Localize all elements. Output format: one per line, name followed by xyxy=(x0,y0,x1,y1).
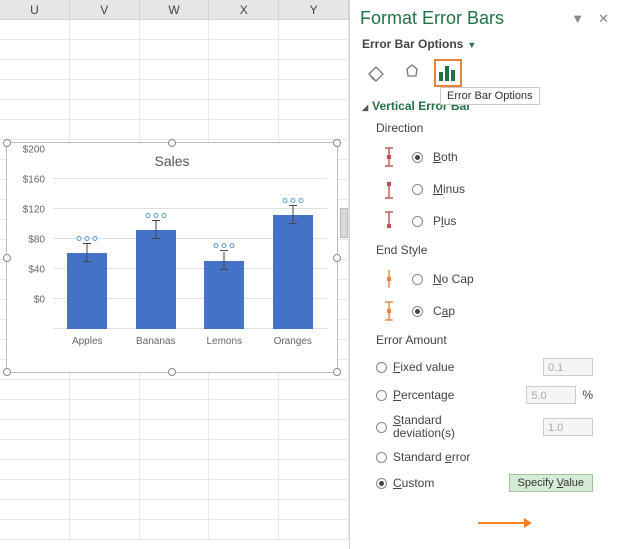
format-error-bars-pane: Format Error Bars ▼ ✕ Error Bar Options▼… xyxy=(349,0,619,549)
y-tick: $200 xyxy=(23,145,45,156)
direction-plus-option[interactable]: Plus xyxy=(376,205,593,237)
resize-handle[interactable] xyxy=(3,139,11,147)
y-tick: $80 xyxy=(28,235,45,246)
chart-container[interactable]: Sales $0 $40 $80 $120 $160 $200 Apples B… xyxy=(6,142,338,373)
amount-stderr-option[interactable]: Standard error xyxy=(376,445,593,469)
resize-handle[interactable] xyxy=(333,368,341,376)
endstyle-cap-option[interactable]: Cap xyxy=(376,295,593,327)
percent-unit: % xyxy=(582,388,593,402)
radio-icon xyxy=(376,452,387,463)
col-header[interactable]: Y xyxy=(279,0,349,19)
close-icon[interactable]: ✕ xyxy=(598,11,609,27)
specify-value-button[interactable]: Specify Value xyxy=(509,474,593,492)
y-tick: $40 xyxy=(28,265,45,276)
error-bar-options-dropdown[interactable]: Error Bar Options xyxy=(362,37,463,51)
y-tick: $120 xyxy=(23,205,45,216)
tooltip: Error Bar Options xyxy=(440,87,540,105)
y-tick: $0 xyxy=(34,295,45,306)
pane-options-dropdown-icon[interactable]: ▼ xyxy=(571,11,584,27)
x-label: Lemons xyxy=(204,336,244,347)
chart-bar[interactable] xyxy=(67,253,107,329)
fill-line-icon[interactable] xyxy=(362,59,390,87)
cap-icon xyxy=(376,299,402,323)
error-amount-label: Error Amount xyxy=(350,329,619,351)
col-header[interactable]: X xyxy=(209,0,279,19)
bar-options-icon[interactable] xyxy=(434,59,462,87)
chart-element-next-button[interactable] xyxy=(340,208,348,238)
radio-icon xyxy=(412,152,423,163)
endstyle-label: End Style xyxy=(350,239,619,261)
error-both-icon xyxy=(376,145,402,169)
chart-bar[interactable] xyxy=(273,215,313,329)
resize-handle[interactable] xyxy=(3,368,11,376)
amount-custom-option[interactable]: Custom Specify Value xyxy=(376,469,593,497)
error-minus-icon xyxy=(376,177,402,201)
error-plus-icon xyxy=(376,209,402,233)
amount-fixed-option[interactable]: Fixed value 0.1 xyxy=(376,353,593,381)
col-header[interactable]: U xyxy=(0,0,70,19)
resize-handle[interactable] xyxy=(3,254,11,262)
radio-icon xyxy=(412,274,423,285)
direction-minus-option[interactable]: Minus xyxy=(376,173,593,205)
radio-icon xyxy=(376,478,387,489)
annotation-arrow xyxy=(478,522,530,524)
nocap-icon xyxy=(376,267,402,291)
percentage-input[interactable]: 5.0 xyxy=(526,386,576,404)
x-label: Apples xyxy=(67,336,107,347)
column-headers: U V W X Y xyxy=(0,0,349,20)
resize-handle[interactable] xyxy=(333,139,341,147)
radio-icon xyxy=(376,422,387,433)
stddev-input[interactable]: 1.0 xyxy=(543,418,593,436)
y-tick: $160 xyxy=(23,175,45,186)
radio-icon xyxy=(376,362,387,373)
resize-handle[interactable] xyxy=(333,254,341,262)
direction-label: Direction xyxy=(350,117,619,139)
direction-both-option[interactable]: Both xyxy=(376,141,593,173)
amount-percentage-option[interactable]: Percentage 5.0 % xyxy=(376,381,593,409)
pane-title: Format Error Bars xyxy=(360,8,504,29)
resize-handle[interactable] xyxy=(168,368,176,376)
chart-title[interactable]: Sales xyxy=(7,153,337,169)
x-axis-labels: Apples Bananas Lemons Oranges xyxy=(53,336,327,347)
endstyle-nocap-option[interactable]: No Cap xyxy=(376,263,593,295)
chart-bar[interactable] xyxy=(136,230,176,329)
col-header[interactable]: W xyxy=(140,0,210,19)
fixed-value-input[interactable]: 0.1 xyxy=(543,358,593,376)
radio-icon xyxy=(412,184,423,195)
effects-icon[interactable] xyxy=(398,59,426,87)
radio-icon xyxy=(412,306,423,317)
col-header[interactable]: V xyxy=(70,0,140,19)
radio-icon xyxy=(376,390,387,401)
x-label: Bananas xyxy=(136,336,176,347)
y-axis: $0 $40 $80 $120 $160 $200 xyxy=(13,177,49,329)
chart-bars[interactable] xyxy=(53,177,327,329)
chart-bar[interactable] xyxy=(204,261,244,329)
resize-handle[interactable] xyxy=(168,139,176,147)
amount-stddev-option[interactable]: Standarddeviation(s) 1.0 xyxy=(376,409,593,445)
chart-plot-area[interactable]: $0 $40 $80 $120 $160 $200 Apples Bananas… xyxy=(53,177,327,347)
x-label: Oranges xyxy=(273,336,313,347)
radio-icon xyxy=(412,216,423,227)
